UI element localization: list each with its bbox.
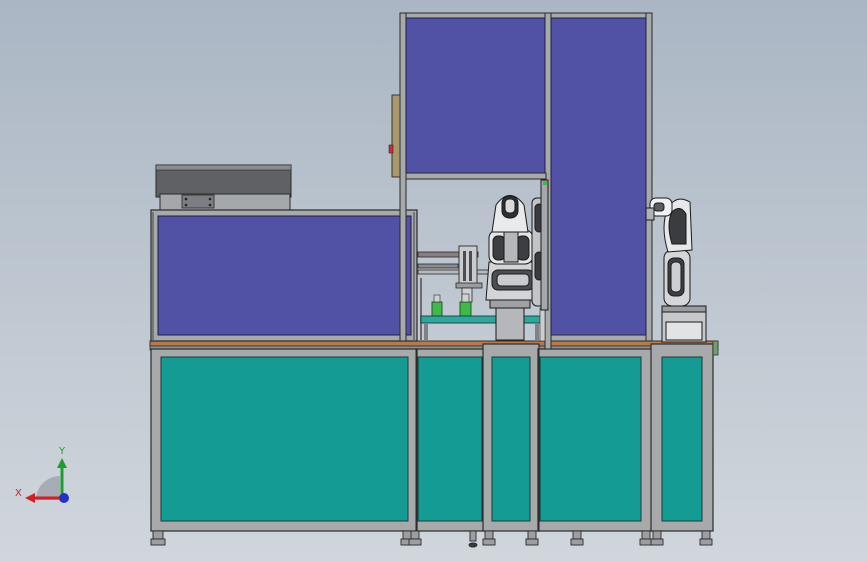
leveling-feet	[150, 530, 713, 548]
left-enclosure	[150, 209, 418, 342]
mid-left-cabinet-panel	[417, 356, 483, 522]
green-part-2	[459, 301, 472, 317]
control-box	[155, 164, 292, 211]
coordinate-triad: Y X	[15, 446, 69, 503]
right-center-cabinet-panel	[539, 356, 642, 522]
y-axis-label: Y	[58, 446, 66, 457]
side-panel	[391, 94, 401, 178]
cad-viewport[interactable]: Y X	[0, 0, 867, 562]
left-cabinet-panel	[160, 356, 409, 522]
green-part-1	[431, 301, 443, 317]
center-cabinet-panel	[491, 356, 531, 522]
table-top	[149, 340, 719, 347]
upper-left-window	[405, 17, 546, 175]
x-axis-label: X	[15, 488, 22, 499]
machine-drawing: Y X	[15, 12, 719, 548]
tall-right-window	[550, 17, 647, 337]
z-axis-marker	[59, 493, 69, 503]
left-enclosure-window	[157, 215, 412, 336]
right-cabinet-panel	[661, 356, 703, 522]
x-axis-arrowhead	[25, 493, 35, 503]
right-robot-arm	[645, 197, 707, 343]
y-axis-arrowhead	[57, 458, 67, 468]
base-cabinet	[149, 340, 719, 532]
